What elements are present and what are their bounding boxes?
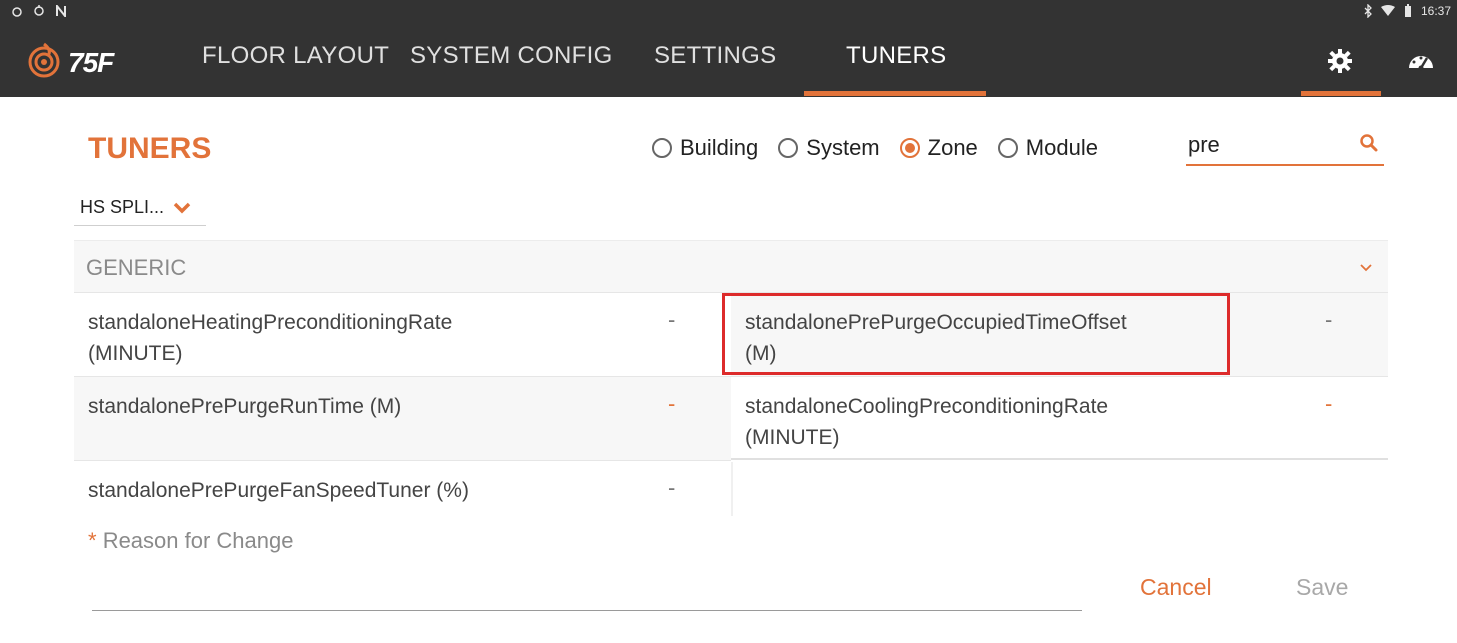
- section-title: GENERIC: [86, 255, 187, 280]
- zone-dropdown-value: HS SPLI...: [80, 197, 165, 217]
- radio-zone[interactable]: Zone: [899, 135, 978, 161]
- radio-unchecked-icon: [778, 138, 799, 158]
- tab-floor-layout[interactable]: FLOOR LAYOUT: [202, 42, 389, 70]
- radio-label-building: Building: [680, 135, 759, 160]
- reason-input[interactable]: [92, 610, 1082, 611]
- app-bar: 75F FLOOR LAYOUT SYSTEM CONFIG SETTINGS …: [0, 24, 1457, 97]
- save-button[interactable]: Save: [1296, 574, 1348, 601]
- tuner-name: standaloneHeatingPreconditioningRate: [88, 311, 453, 334]
- tuner-value[interactable]: -: [668, 391, 675, 417]
- tab-settings[interactable]: SETTINGS: [654, 42, 776, 70]
- circle-icon: [10, 4, 24, 18]
- page-title: TUNERS: [88, 132, 212, 165]
- tuner-name: standaloneCoolingPreconditioningRate: [745, 395, 1109, 418]
- search-box: [1186, 128, 1384, 166]
- radio-checked-icon: [899, 138, 920, 158]
- tuner-value[interactable]: -: [668, 475, 675, 501]
- settings-indicator: [1301, 91, 1381, 96]
- wifi-icon: [1380, 4, 1395, 18]
- tuner-value[interactable]: -: [668, 307, 675, 333]
- radio-unchecked-icon: [652, 138, 672, 158]
- app-logo[interactable]: 75F: [26, 42, 114, 83]
- gear-icon[interactable]: [1325, 46, 1355, 76]
- chevron-down-icon[interactable]: [1356, 257, 1376, 277]
- highlight-box: [722, 293, 1230, 375]
- active-tab-indicator: [804, 91, 986, 96]
- tuner-item[interactable]: standaloneCoolingPreconditioningRate (MI…: [731, 376, 1388, 460]
- radio-system[interactable]: System: [778, 135, 880, 161]
- radio-label-system: System: [806, 135, 880, 160]
- tuner-value[interactable]: -: [1325, 307, 1332, 333]
- bluetooth-icon: [1361, 4, 1375, 18]
- clock-time: 16:37: [1420, 4, 1451, 18]
- reason-label-text: Reason for Change: [102, 528, 294, 553]
- tab-system-config[interactable]: SYSTEM CONFIG: [410, 42, 613, 70]
- tuner-unit: (MINUTE): [88, 342, 183, 365]
- required-asterisk: *: [88, 528, 97, 553]
- tuner-item[interactable]: standalonePrePurgeRunTime (M) -: [74, 376, 731, 460]
- logo-text: 75F: [68, 46, 114, 78]
- status-bar: 16:37: [0, 0, 1457, 24]
- tuner-name: standalonePrePurgeFanSpeedTuner (%): [88, 479, 469, 502]
- cancel-button[interactable]: Cancel: [1140, 574, 1212, 601]
- dashboard-icon[interactable]: [1406, 46, 1436, 76]
- tab-tuners[interactable]: TUNERS: [846, 42, 946, 70]
- radio-module[interactable]: Module: [997, 135, 1098, 161]
- n-icon: [54, 4, 68, 18]
- search-icon[interactable]: [1358, 132, 1380, 154]
- radio-label-zone: Zone: [927, 135, 978, 160]
- battery-icon: [1401, 4, 1415, 18]
- radio-label-module: Module: [1025, 135, 1098, 160]
- grid-divider: [731, 462, 733, 516]
- chevron-down-icon: [172, 198, 192, 218]
- tuner-item[interactable]: standaloneHeatingPreconditioningRate (MI…: [74, 292, 731, 376]
- search-input[interactable]: [1188, 132, 1348, 158]
- scope-radio-group: Building System Zone Module: [652, 135, 1118, 161]
- sync-icon: [32, 4, 46, 18]
- tuner-value[interactable]: -: [1325, 391, 1332, 417]
- section-header-generic[interactable]: GENERIC: [74, 240, 1388, 292]
- tuner-item[interactable]: standalonePrePurgeFanSpeedTuner (%) -: [74, 460, 731, 516]
- reason-label: * Reason for Change: [88, 528, 293, 554]
- flame-logo-icon: [26, 42, 62, 83]
- tuner-unit: (MINUTE): [745, 426, 840, 449]
- radio-building[interactable]: Building: [652, 135, 758, 161]
- tuner-name: standalonePrePurgeRunTime (M): [88, 395, 402, 418]
- zone-dropdown[interactable]: HS SPLI...: [74, 190, 206, 226]
- radio-unchecked-icon: [997, 138, 1018, 158]
